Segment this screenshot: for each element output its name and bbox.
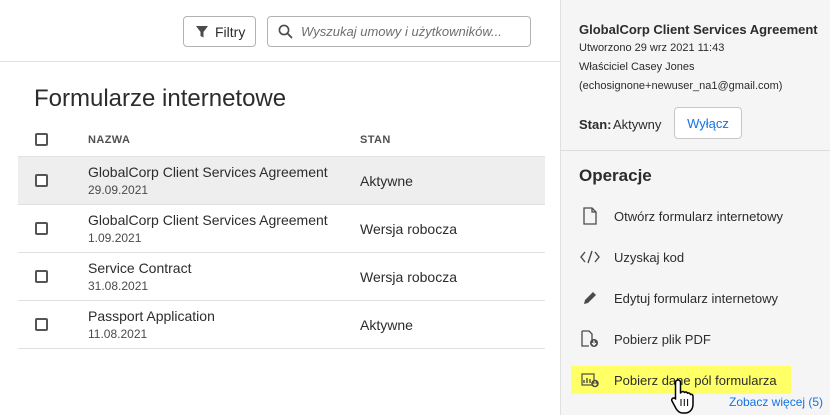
state-value: Aktywny: [613, 117, 662, 132]
row-date: 29.09.2021: [88, 183, 149, 197]
op-download-pdf[interactable]: Pobierz plik PDF: [571, 325, 791, 353]
filter-button[interactable]: Filtry: [183, 16, 256, 47]
op-label: Otwórz formularz internetowy: [614, 208, 784, 224]
table-row[interactable]: Passport Application 11.08.2021 Aktywne: [18, 301, 545, 349]
op-label: Edytuj formularz internetowy: [614, 290, 779, 306]
chart-download-icon: [579, 369, 601, 391]
top-toolbar: Filtry: [0, 0, 560, 62]
row-status: Wersja robocza: [360, 221, 458, 237]
code-icon: [579, 246, 601, 268]
hand-cursor-icon: [670, 379, 694, 414]
row-date: 1.09.2021: [88, 231, 142, 245]
table-row[interactable]: GlobalCorp Client Services Agreement 1.0…: [18, 205, 545, 253]
see-more-link[interactable]: Zobacz więcej (5): [729, 395, 823, 409]
table-header: NAZWA STAN: [18, 125, 545, 157]
owner-name: Właściciel Casey Jones: [579, 61, 695, 73]
disable-button[interactable]: Wyłącz: [674, 107, 742, 139]
row-checkbox[interactable]: [35, 318, 48, 331]
op-label: Pobierz plik PDF: [614, 331, 711, 347]
state-label: Stan:: [579, 117, 612, 132]
row-name[interactable]: GlobalCorp Client Services Agreement: [88, 164, 328, 180]
row-date: 31.08.2021: [88, 279, 149, 293]
row-status: Aktywne: [360, 173, 413, 189]
pencil-icon: [579, 287, 601, 309]
column-header-name[interactable]: NAZWA: [88, 134, 130, 146]
op-get-code[interactable]: Uzyskaj kod: [571, 243, 791, 271]
column-header-status[interactable]: STAN: [360, 134, 391, 146]
row-name[interactable]: Passport Application: [88, 308, 215, 324]
row-status: Wersja robocza: [360, 269, 458, 285]
main-content: Formularze internetowe NAZWA STAN Global…: [0, 63, 560, 415]
row-checkbox[interactable]: [35, 270, 48, 283]
op-open-web-form[interactable]: Otwórz formularz internetowy: [571, 202, 791, 230]
row-status: Aktywne: [360, 317, 413, 333]
owner-email: (echosignone+newuser_na1@gmail.com): [579, 80, 783, 92]
table-row[interactable]: Service Contract 31.08.2021 Wersja roboc…: [18, 253, 545, 301]
row-checkbox[interactable]: [35, 222, 48, 235]
filter-button-label: Filtry: [215, 23, 246, 40]
panel-divider: [561, 150, 830, 151]
row-name[interactable]: Service Contract: [88, 260, 191, 276]
web-forms-table: NAZWA STAN GlobalCorp Client Services Ag…: [18, 125, 545, 349]
created-date: Utworzono 29 wrz 2021 11:43: [579, 42, 725, 54]
details-panel: GlobalCorp Client Services Agreement Utw…: [560, 0, 830, 415]
search-input[interactable]: [301, 24, 521, 39]
op-edit-web-form[interactable]: Edytuj formularz internetowy: [571, 284, 791, 312]
row-date: 11.08.2021: [88, 327, 148, 341]
search-icon: [278, 24, 293, 39]
select-all-checkbox[interactable]: [35, 133, 48, 146]
panel-title: GlobalCorp Client Services Agreement: [579, 22, 818, 37]
funnel-icon: [196, 25, 208, 37]
table-row[interactable]: GlobalCorp Client Services Agreement 29.…: [18, 157, 545, 205]
row-checkbox[interactable]: [35, 174, 48, 187]
page-title: Formularze internetowe: [34, 85, 287, 112]
document-icon: [579, 205, 601, 227]
pdf-download-icon: [579, 328, 601, 350]
operations-title: Operacje: [579, 166, 652, 185]
search-box[interactable]: [267, 16, 531, 47]
row-name[interactable]: GlobalCorp Client Services Agreement: [88, 212, 328, 228]
op-label: Uzyskaj kod: [614, 249, 685, 265]
